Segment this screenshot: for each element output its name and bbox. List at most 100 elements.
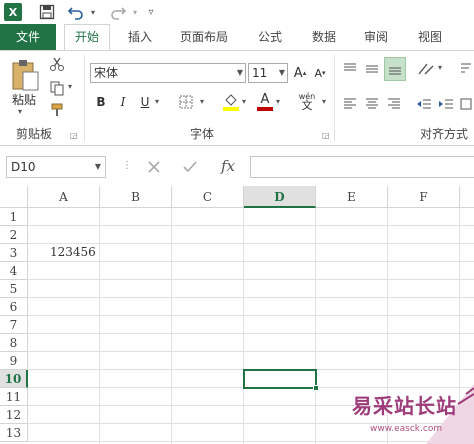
orientation-dropdown-icon[interactable]: ▾ (438, 63, 442, 72)
column-header-g[interactable] (460, 186, 474, 208)
fill-handle[interactable] (313, 385, 319, 391)
tab-data[interactable]: 数据 (302, 24, 346, 50)
undo-icon[interactable] (66, 3, 86, 21)
row-header-11[interactable]: 11 (0, 388, 28, 406)
font-size-select[interactable]: 11 ▼ (248, 63, 288, 83)
italic-button[interactable]: I (116, 93, 130, 111)
save-icon[interactable] (38, 3, 56, 21)
row-header-13[interactable]: 13 (0, 424, 28, 442)
phonetic-dropdown-icon[interactable]: ▾ (322, 97, 326, 106)
watermark-logo: 易采站长站 www.easck.com (346, 384, 474, 444)
row-header-10[interactable]: 10 (0, 370, 28, 388)
format-painter-icon[interactable] (48, 101, 66, 119)
fill-color-dropdown-icon[interactable]: ▾ (242, 97, 246, 106)
tab-view[interactable]: 视图 (408, 24, 452, 50)
align-top-icon[interactable] (340, 59, 360, 79)
merge-center-icon[interactable] (458, 95, 474, 113)
paste-label[interactable]: 粘贴 (12, 91, 36, 108)
alignment-group-label: 对齐方式 (420, 127, 469, 141)
tab-formulas[interactable]: 公式 (248, 24, 292, 50)
tab-page-layout[interactable]: 页面布局 (172, 24, 236, 50)
chevron-down-icon: ▼ (94, 162, 101, 171)
align-middle-icon[interactable] (362, 59, 382, 79)
row-header-1[interactable]: 1 (0, 208, 28, 226)
decrease-font-size-icon[interactable]: A ▾ (312, 63, 328, 83)
font-name-value: 宋体 (94, 66, 119, 80)
underline-button[interactable]: U (138, 93, 152, 111)
paste-dropdown-icon[interactable]: ▾ (18, 107, 22, 116)
row-header-9[interactable]: 9 (0, 352, 28, 370)
select-all-corner[interactable] (0, 186, 28, 208)
cell-a3[interactable]: 123456 (28, 244, 100, 262)
font-group-label: 字体 (190, 127, 215, 141)
row-header-7[interactable]: 7 (0, 316, 28, 334)
decrease-indent-icon[interactable] (414, 95, 434, 113)
paste-icon[interactable] (8, 57, 42, 93)
row-header-4[interactable]: 4 (0, 262, 28, 280)
row-header-5[interactable]: 5 (0, 280, 28, 298)
align-center-icon[interactable] (362, 95, 382, 113)
column-header-c[interactable]: C (172, 186, 244, 208)
ribbon: 粘贴 ▾ ▾ 剪贴板 ◲ 宋体 ▼ 11 ▼ A ▴ A ▾ B I U ▾ ▾ ▾… (0, 50, 474, 146)
font-color-icon[interactable]: A (256, 91, 274, 113)
row-header-6[interactable]: 6 (0, 298, 28, 316)
name-box[interactable]: D10 ▼ (6, 156, 106, 178)
group-divider (84, 55, 85, 141)
row-header-2[interactable]: 2 (0, 226, 28, 244)
undo-dropdown-icon[interactable]: ▾ (88, 3, 98, 21)
cut-icon[interactable] (48, 55, 66, 73)
clipboard-launcher-icon[interactable]: ◲ (70, 131, 78, 140)
insert-function-button[interactable]: fx (214, 154, 242, 178)
column-header-f[interactable]: F (388, 186, 460, 208)
group-divider (334, 55, 335, 141)
font-color-dropdown-icon[interactable]: ▾ (276, 97, 280, 106)
wrap-text-icon[interactable] (458, 59, 474, 79)
active-cell-d10[interactable] (243, 369, 317, 389)
align-right-icon[interactable] (384, 95, 404, 113)
column-header-b[interactable]: B (100, 186, 172, 208)
watermark-text: 易采站长站 (352, 394, 457, 418)
enter-icon[interactable] (178, 156, 202, 178)
chevron-down-icon: ▼ (236, 68, 243, 77)
column-header-d[interactable]: D (244, 186, 316, 208)
redo-dropdown-icon[interactable]: ▾ (130, 3, 140, 21)
worksheet-grid: A B C D E F 1 2 3 4 5 6 7 8 9 10 11 12 1… (0, 186, 474, 444)
row-header-3[interactable]: 3 (0, 244, 28, 262)
formula-bar: D10 ▼ ⋮ fx (0, 146, 474, 186)
quick-access-toolbar: X ▾ ▾ ▿ (0, 0, 474, 24)
chevron-down-icon: ▼ (278, 68, 285, 77)
row-header-12[interactable]: 12 (0, 406, 28, 424)
row-header-8[interactable]: 8 (0, 334, 28, 352)
borders-icon[interactable] (178, 93, 194, 111)
borders-dropdown-icon[interactable]: ▾ (200, 97, 204, 106)
column-header-a[interactable]: A (28, 186, 100, 208)
copy-dropdown-icon[interactable]: ▾ (68, 82, 72, 91)
redo-icon[interactable] (108, 3, 128, 21)
fill-color-icon[interactable] (222, 91, 240, 113)
tab-home[interactable]: 开始 (64, 24, 110, 50)
formula-input[interactable] (250, 156, 474, 178)
cancel-icon[interactable] (142, 156, 166, 178)
underline-dropdown-icon[interactable]: ▾ (155, 97, 159, 106)
more-options-icon: ⋮ (122, 160, 132, 171)
tab-file[interactable]: 文件 (0, 24, 56, 50)
align-left-icon[interactable] (340, 95, 360, 113)
font-launcher-icon[interactable]: ◲ (322, 131, 330, 140)
phonetic-guide-icon[interactable]: wén 文 (294, 89, 320, 113)
watermark-url: www.easck.com (370, 424, 443, 434)
name-box-value: D10 (11, 160, 36, 174)
copy-icon[interactable] (48, 79, 66, 97)
column-header-e[interactable]: E (316, 186, 388, 208)
tab-insert[interactable]: 插入 (118, 24, 162, 50)
font-size-value: 11 (252, 66, 268, 80)
increase-font-size-icon[interactable]: A ▴ (292, 63, 308, 83)
customize-qat-icon[interactable]: ▿ (145, 3, 157, 21)
tab-review[interactable]: 审阅 (354, 24, 398, 50)
align-bottom-icon[interactable] (384, 57, 406, 81)
bold-button[interactable]: B (94, 93, 108, 111)
orientation-icon[interactable] (416, 59, 436, 79)
ribbon-tabs: 文件 开始 插入 页面布局 公式 数据 审阅 视图 (0, 24, 474, 50)
font-name-select[interactable]: 宋体 ▼ (90, 63, 246, 83)
excel-icon: X (4, 3, 22, 21)
increase-indent-icon[interactable] (436, 95, 456, 113)
